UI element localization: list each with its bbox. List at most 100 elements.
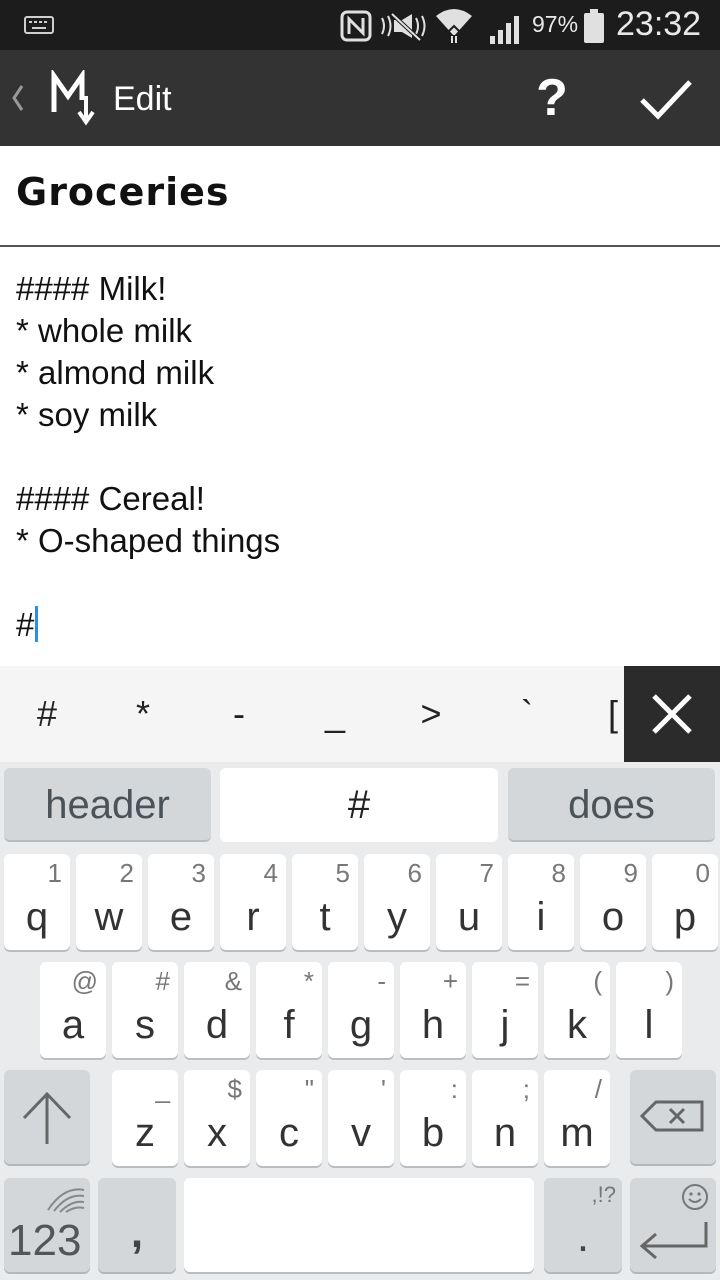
key-alt-label: ' bbox=[381, 1074, 386, 1104]
suggestion-left[interactable]: header bbox=[4, 768, 211, 842]
key-alt-label: - bbox=[377, 966, 386, 996]
keyboard: header # does 1q2w3e4r5t6y7u8i9o0p @ a # s &… bbox=[0, 762, 720, 1280]
checkmark-icon[interactable] bbox=[630, 66, 700, 130]
key-v[interactable]: ' v bbox=[328, 1070, 394, 1166]
key-label: z bbox=[135, 1111, 155, 1155]
close-icon bbox=[652, 694, 692, 734]
key-y[interactable]: 6y bbox=[364, 854, 430, 950]
back-chevron-icon[interactable] bbox=[8, 80, 26, 116]
key-j[interactable]: = j bbox=[472, 962, 538, 1058]
space-key[interactable] bbox=[184, 1178, 534, 1272]
insert-underscore-button[interactable]: _ bbox=[300, 666, 370, 762]
key-label: n bbox=[493, 1111, 517, 1155]
key-label: d bbox=[205, 1003, 229, 1047]
key-r[interactable]: 4r bbox=[220, 854, 286, 950]
key-d[interactable]: & d bbox=[184, 962, 250, 1058]
suggestion-right[interactable]: does bbox=[508, 768, 715, 842]
key-label: q bbox=[25, 895, 49, 939]
key-label: v bbox=[351, 1111, 371, 1155]
key-o[interactable]: 9o bbox=[580, 854, 646, 950]
key-u[interactable]: 7u bbox=[436, 854, 502, 950]
key-e[interactable]: 3e bbox=[148, 854, 214, 950]
key-alt-label: 0 bbox=[695, 858, 710, 888]
keyboard-icon bbox=[24, 16, 54, 34]
key-p[interactable]: 0p bbox=[652, 854, 718, 950]
key-label: o bbox=[601, 895, 625, 939]
key-s[interactable]: # s bbox=[112, 962, 178, 1058]
body-line: * whole milk bbox=[16, 312, 193, 349]
help-button[interactable]: ? bbox=[520, 66, 584, 130]
key-alt-label: 7 bbox=[479, 858, 494, 888]
period-key[interactable]: ,!? . bbox=[544, 1178, 622, 1272]
key-alt-label: $ bbox=[227, 1074, 242, 1104]
key-alt-label: 2 bbox=[119, 858, 134, 888]
insert-dash-button[interactable]: - bbox=[204, 666, 274, 762]
key-label: y bbox=[387, 895, 407, 939]
key-alt-label: : bbox=[450, 1074, 458, 1104]
comma-key-label: , bbox=[130, 1208, 144, 1257]
key-c[interactable]: " c bbox=[256, 1070, 322, 1166]
key-alt-label: ( bbox=[593, 966, 602, 996]
insert-asterisk-button[interactable]: * bbox=[108, 666, 178, 762]
key-label: r bbox=[246, 895, 260, 939]
key-f[interactable]: * f bbox=[256, 962, 322, 1058]
key-m[interactable]: / m bbox=[544, 1070, 610, 1166]
note-title-field[interactable]: Groceries bbox=[0, 146, 720, 247]
insert-quote-button[interactable]: > bbox=[396, 666, 466, 762]
comma-key[interactable]: , bbox=[98, 1178, 176, 1272]
screen-title: Edit bbox=[113, 80, 172, 118]
key-alt-label: ; bbox=[522, 1074, 530, 1104]
key-l[interactable]: ) l bbox=[616, 962, 682, 1058]
mute-icon bbox=[381, 12, 426, 42]
key-label: i bbox=[536, 895, 546, 939]
body-line: * soy milk bbox=[16, 396, 158, 433]
key-label: u bbox=[457, 895, 481, 939]
markdown-insert-bar: # * - _ > ` [ bbox=[0, 666, 720, 762]
key-alt-label: & bbox=[224, 966, 242, 996]
body-line: * O-shaped things bbox=[16, 522, 281, 559]
key-x[interactable]: $ x bbox=[184, 1070, 250, 1166]
key-n[interactable]: ; n bbox=[472, 1070, 538, 1166]
key-h[interactable]: + h bbox=[400, 962, 466, 1058]
suggestion-center[interactable]: # bbox=[220, 768, 498, 842]
period-key-label: . bbox=[576, 1212, 590, 1261]
key-b[interactable]: :b bbox=[400, 1070, 466, 1166]
key-g[interactable]: -g bbox=[328, 962, 394, 1058]
key-q[interactable]: 1q bbox=[4, 854, 70, 950]
key-label: e bbox=[169, 895, 193, 939]
key-z[interactable]: _ z bbox=[112, 1070, 178, 1166]
key-w[interactable]: 2w bbox=[76, 854, 142, 950]
key-t[interactable]: 5t bbox=[292, 854, 358, 950]
key-alt-label: 8 bbox=[551, 858, 566, 888]
battery-icon bbox=[584, 9, 604, 43]
action-bar: Edit ? bbox=[0, 50, 720, 146]
period-key-alt: ,!? bbox=[591, 1182, 616, 1207]
signal-icon bbox=[490, 16, 519, 44]
key-i[interactable]: 8i bbox=[508, 854, 574, 950]
key-alt-label: + bbox=[442, 966, 458, 996]
enter-key[interactable] bbox=[630, 1178, 716, 1272]
nfc-icon bbox=[340, 10, 372, 42]
close-markdown-bar-button[interactable] bbox=[624, 666, 720, 762]
backspace-key[interactable] bbox=[630, 1070, 716, 1164]
key-alt-label: 4 bbox=[263, 858, 278, 888]
key-label: c bbox=[279, 1111, 299, 1155]
body-line: #### Cereal! bbox=[16, 480, 205, 517]
key-a[interactable]: @ a bbox=[40, 962, 106, 1058]
backspace-icon bbox=[639, 1100, 704, 1132]
markdown-logo-icon[interactable] bbox=[48, 70, 98, 126]
key-label: a bbox=[61, 1003, 85, 1047]
note-body-field[interactable]: #### Milk! * whole milk * almond milk * … bbox=[0, 248, 720, 666]
insert-backtick-button[interactable]: ` bbox=[492, 666, 562, 762]
key-label: f bbox=[283, 1003, 295, 1047]
key-alt-label: 5 bbox=[335, 858, 350, 888]
body-line: #### Milk! bbox=[16, 270, 167, 307]
note-title: Groceries bbox=[16, 170, 230, 214]
numbers-key[interactable]: 123 bbox=[4, 1178, 90, 1272]
key-k[interactable]: (k bbox=[544, 962, 610, 1058]
insert-hash-button[interactable]: # bbox=[12, 666, 82, 762]
key-alt-label: " bbox=[304, 1074, 314, 1104]
key-alt-label: # bbox=[155, 966, 170, 996]
key-alt-label: ) bbox=[665, 966, 674, 996]
shift-key[interactable] bbox=[4, 1070, 90, 1164]
